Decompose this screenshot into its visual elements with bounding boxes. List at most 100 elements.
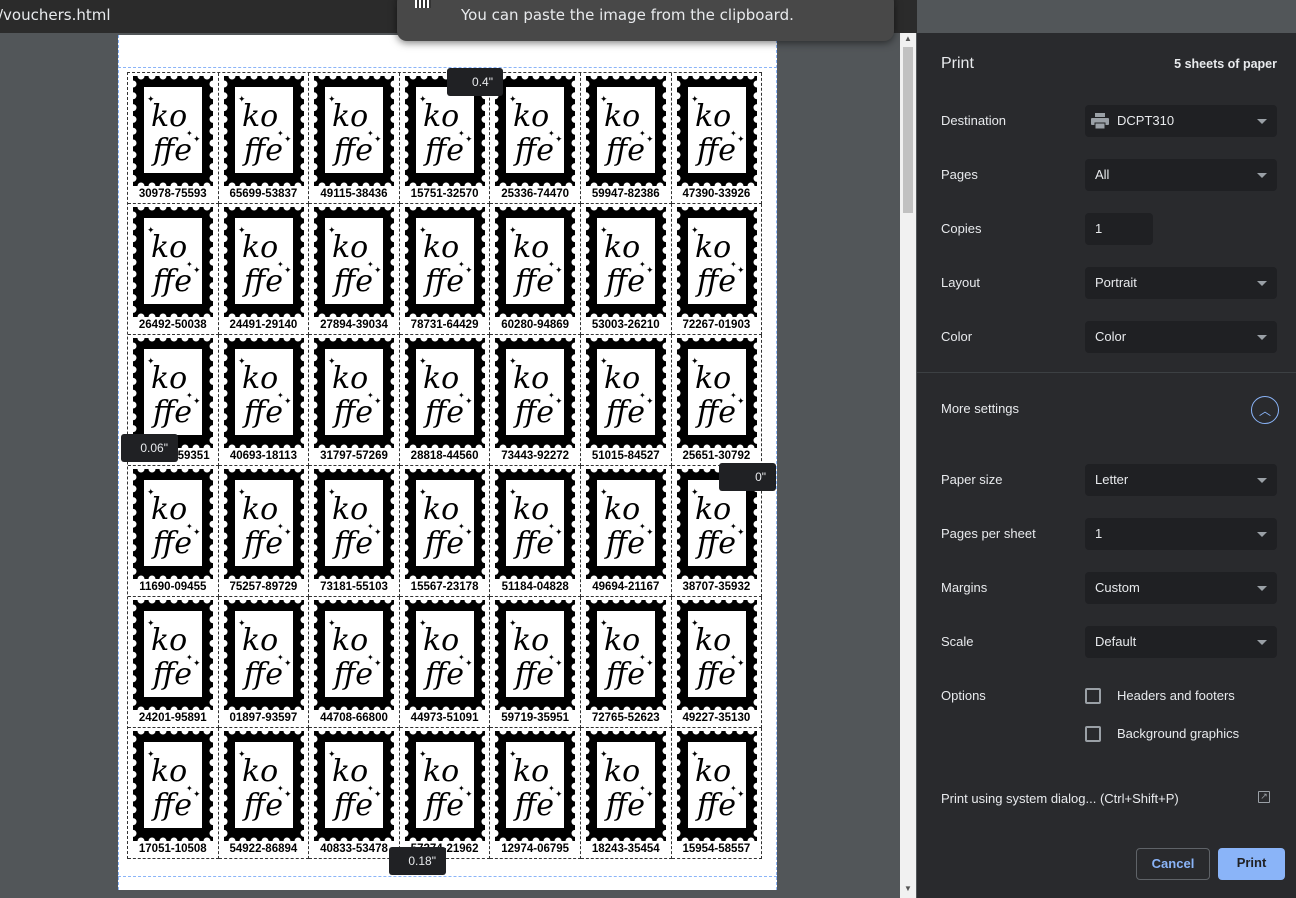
svg-text:ffe: ffe	[151, 526, 192, 561]
headers-footers-checkbox[interactable]	[1085, 688, 1101, 704]
svg-text:✦: ✦	[548, 784, 555, 793]
svg-text:✦: ✦	[555, 658, 563, 668]
voucher-code: 73443-92272	[501, 450, 570, 462]
chevron-up-icon[interactable]: ︿	[1251, 396, 1279, 424]
svg-text:ko: ko	[513, 492, 549, 527]
svg-text:✦: ✦	[374, 789, 382, 799]
koffe-stamp-logo: koffe✦✦✦	[585, 469, 666, 579]
svg-text:✦: ✦	[193, 396, 201, 406]
voucher-cell: ko ffe ✦ ✦ ✦ 73443-92272	[490, 335, 581, 466]
svg-text:✦: ✦	[639, 784, 646, 793]
koffe-stamp-logo: koffe✦✦✦	[676, 338, 757, 448]
voucher-code: 78731-64429	[410, 319, 479, 331]
top-margin-tooltip: 0.4"	[447, 68, 503, 96]
cancel-button[interactable]: Cancel	[1136, 848, 1210, 880]
background-graphics-checkbox[interactable]	[1085, 726, 1101, 742]
color-select[interactable]: Color	[1085, 321, 1277, 353]
koffe-stamp-logo: koffe✦✦✦	[585, 600, 666, 710]
svg-text:✦: ✦	[419, 94, 427, 104]
svg-text:✦: ✦	[458, 260, 465, 269]
svg-text:ko: ko	[604, 99, 640, 134]
voucher-code: 54922-86894	[229, 843, 298, 855]
background-graphics-label[interactable]: Background graphics	[1117, 726, 1239, 741]
tab-title: /vouchers.html	[0, 6, 111, 24]
svg-text:✦: ✦	[374, 134, 382, 144]
voucher-code: 44973-51091	[410, 712, 479, 724]
svg-text:✦: ✦	[284, 396, 292, 406]
svg-text:✦: ✦	[458, 129, 465, 138]
margins-select[interactable]: Custom	[1085, 572, 1277, 604]
layout-select[interactable]: Portrait	[1085, 267, 1277, 299]
svg-text:ko: ko	[332, 361, 368, 396]
chevron-down-icon	[1257, 119, 1267, 124]
voucher-code: 44708-66800	[320, 712, 388, 724]
svg-text:✦: ✦	[284, 789, 292, 799]
copies-input[interactable]: 1	[1085, 213, 1153, 245]
svg-text:✦: ✦	[458, 784, 465, 793]
pages-label: Pages	[941, 167, 978, 182]
divider	[917, 372, 1296, 373]
svg-text:✦: ✦	[186, 260, 193, 269]
voucher-code: 60280-94869	[501, 319, 570, 331]
voucher-code: 27894-39034	[320, 319, 388, 331]
svg-text:ffe: ffe	[332, 526, 373, 561]
voucher-cell: ko ffe ✦ ✦ ✦ 75257-89729	[218, 466, 310, 597]
svg-text:ffe: ffe	[513, 657, 554, 692]
svg-text:ffe: ffe	[513, 133, 554, 168]
svg-text:✦: ✦	[639, 129, 646, 138]
headers-footers-label[interactable]: Headers and footers	[1117, 688, 1235, 703]
svg-text:ko: ko	[604, 754, 640, 789]
system-dialog-link[interactable]: Print using system dialog... (Ctrl+Shift…	[941, 791, 1179, 806]
print-button[interactable]: Print	[1218, 848, 1285, 880]
voucher-cell: ko ffe ✦ ✦ ✦ 40833-53478	[309, 728, 400, 859]
svg-text:ko: ko	[513, 361, 549, 396]
bottom-margin-line[interactable]	[118, 876, 777, 877]
svg-text:ffe: ffe	[513, 788, 554, 823]
svg-text:✦: ✦	[639, 653, 646, 662]
scroll-up-icon[interactable]: ▲	[900, 34, 916, 46]
voucher-cell: ko ffe ✦ ✦ ✦ 27894-39034	[309, 204, 400, 335]
voucher-code: 30978-75593	[138, 188, 207, 200]
svg-text:✦: ✦	[646, 396, 654, 406]
open-external-icon[interactable]: ↗	[1258, 791, 1270, 803]
svg-text:✦: ✦	[367, 784, 374, 793]
voucher-code: 18243-35454	[591, 843, 660, 855]
koffe-stamp-logo: koffe✦✦✦	[676, 731, 757, 841]
print-title: Print	[941, 55, 974, 72]
paper-size-select[interactable]: Letter	[1085, 464, 1277, 496]
scroll-down-icon[interactable]: ▼	[900, 884, 916, 896]
koffe-stamp-logo: koffe✦✦✦	[223, 731, 304, 841]
pages-value: All	[1095, 167, 1110, 182]
svg-text:ffe: ffe	[151, 657, 192, 692]
pages-per-sheet-select[interactable]: 1	[1085, 518, 1277, 550]
chevron-down-icon	[1257, 335, 1267, 340]
pages-select[interactable]: All	[1085, 159, 1277, 191]
svg-text:✦: ✦	[509, 225, 517, 235]
scrollbar-thumb[interactable]	[903, 47, 913, 213]
koffe-stamp-logo: koffe✦✦✦	[223, 469, 304, 579]
koffe-stamp-logo: koffe✦✦✦	[676, 76, 757, 186]
more-settings-toggle[interactable]: More settings	[941, 401, 1019, 416]
koffe-stamp-logo: koffe✦✦✦	[314, 338, 395, 448]
svg-text:✦: ✦	[367, 260, 374, 269]
voucher-cell: ko ffe ✦ ✦ ✦ 17051-10508	[128, 728, 219, 859]
right-margin-line[interactable]	[776, 35, 777, 890]
left-margin-line[interactable]	[118, 35, 119, 890]
svg-text:✦: ✦	[277, 391, 284, 400]
bottom-margin-tooltip: 0.18"	[389, 847, 446, 875]
koffe-stamp-logo: koffe✦✦✦	[404, 338, 485, 448]
voucher-code: 40693-18113	[229, 450, 297, 462]
chevron-down-icon	[1257, 586, 1267, 591]
svg-text:✦: ✦	[186, 522, 193, 531]
svg-text:✦: ✦	[147, 749, 155, 759]
svg-text:✦: ✦	[737, 265, 745, 275]
scale-select[interactable]: Default	[1085, 626, 1277, 658]
voucher-cell: ko ffe ✦ ✦ ✦ 25336-74470	[490, 73, 581, 204]
koffe-stamp-logo: koffe✦✦✦	[133, 338, 213, 448]
svg-text:ko: ko	[242, 361, 278, 396]
svg-text:ko: ko	[604, 230, 640, 265]
destination-select[interactable]: DCPT310	[1085, 105, 1277, 137]
svg-text:✦: ✦	[691, 749, 699, 759]
koffe-stamp-logo: koffe✦✦✦	[404, 600, 485, 710]
koffe-stamp-logo: koffe✦✦✦	[495, 600, 576, 710]
